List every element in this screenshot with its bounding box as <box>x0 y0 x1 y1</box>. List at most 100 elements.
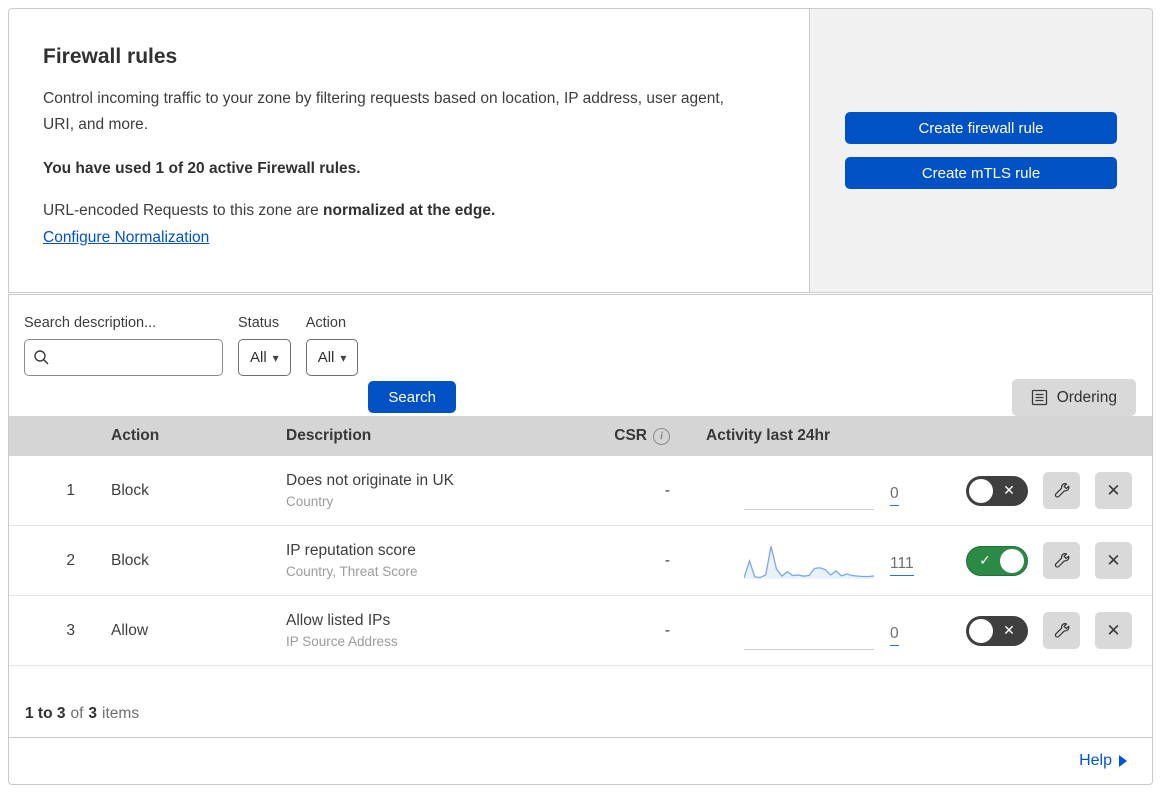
toggle-state-icon: ✕ <box>993 482 1025 499</box>
toggle-knob <box>969 479 993 503</box>
rule-description-cell: IP reputation score Country, Threat Scor… <box>255 542 580 579</box>
table-row: 2 Block IP reputation score Country, Thr… <box>9 526 1152 596</box>
column-header-csr: CSR i <box>580 427 670 445</box>
search-field-label: Search description... <box>24 315 223 331</box>
activity-count-cell: 111 <box>880 549 938 573</box>
ordering-button[interactable]: Ordering <box>1012 379 1136 416</box>
search-button[interactable]: Search <box>368 381 456 413</box>
ordering-button-label: Ordering <box>1057 389 1117 407</box>
normalization-text: URL-encoded Requests to this zone are <box>43 202 323 219</box>
status-dropdown[interactable]: All ▾ <box>238 339 291 376</box>
column-header-action: Action <box>75 427 255 445</box>
rule-fields: IP Source Address <box>286 634 580 649</box>
rule-description: Allow listed IPs <box>286 612 580 630</box>
normalization-bold: normalized at the edge. <box>323 202 495 219</box>
rule-enabled-toggle[interactable]: ✕ <box>966 476 1028 506</box>
column-header-activity: Activity last 24hr <box>670 427 938 445</box>
activity-count-link[interactable]: 0 <box>890 625 899 646</box>
close-icon: ✕ <box>1106 481 1120 501</box>
rule-fields: Country, Threat Score <box>286 564 580 579</box>
configure-normalization-link[interactable]: Configure Normalization <box>43 229 209 247</box>
search-box <box>24 339 223 376</box>
csr-header-label: CSR <box>614 427 647 445</box>
edit-rule-button[interactable] <box>1043 542 1080 579</box>
rule-priority: 1 <box>9 482 75 500</box>
activity-sparkline-cell <box>670 612 880 650</box>
activity-sparkline <box>744 542 874 580</box>
delete-rule-button[interactable]: ✕ <box>1095 542 1132 579</box>
column-header-description: Description <box>255 427 580 445</box>
rule-action: Block <box>75 482 255 500</box>
activity-count-cell: 0 <box>880 479 938 503</box>
pagination-of: of <box>70 705 83 723</box>
help-link[interactable]: Help <box>1079 752 1112 770</box>
search-icon <box>33 349 50 366</box>
activity-sparkline <box>744 472 874 510</box>
page-description: Control incoming traffic to your zone by… <box>43 86 755 138</box>
normalization-notice: URL-encoded Requests to this zone are no… <box>43 202 769 220</box>
search-field-group: Search description... <box>24 315 223 376</box>
wrench-icon <box>1053 622 1070 639</box>
action-dropdown-value: All <box>318 349 335 366</box>
action-dropdown[interactable]: All ▾ <box>306 339 359 376</box>
pagination-summary: 1 to 3 of 3 items <box>9 666 1152 738</box>
rule-fields: Country <box>286 494 580 509</box>
toggle-state-icon: ✓ <box>970 552 1000 569</box>
table-row: 1 Block Does not originate in UK Country… <box>9 456 1152 526</box>
usage-notice: You have used 1 of 20 active Firewall ru… <box>43 160 769 178</box>
rule-priority: 2 <box>9 552 75 570</box>
rule-priority: 3 <box>9 622 75 640</box>
rule-description-cell: Allow listed IPs IP Source Address <box>255 612 580 649</box>
info-icon[interactable]: i <box>653 428 670 445</box>
rule-description: IP reputation score <box>286 542 580 560</box>
rule-csr: - <box>580 622 670 640</box>
wrench-icon <box>1053 482 1070 499</box>
top-section: Firewall rules Control incoming traffic … <box>8 8 1153 293</box>
status-dropdown-value: All <box>250 349 267 366</box>
ordering-list-icon <box>1031 389 1048 406</box>
delete-rule-button[interactable]: ✕ <box>1095 612 1132 649</box>
activity-sparkline-cell <box>670 472 880 510</box>
page-title: Firewall rules <box>43 45 769 69</box>
toggle-state-icon: ✕ <box>993 622 1025 639</box>
rule-enabled-toggle[interactable]: ✓ <box>966 546 1028 576</box>
rules-list-card: Search description... Status All ▾ Actio… <box>8 294 1153 785</box>
help-bar: Help <box>9 738 1152 784</box>
delete-rule-button[interactable]: ✕ <box>1095 472 1132 509</box>
wrench-icon <box>1053 552 1070 569</box>
rule-csr: - <box>580 552 670 570</box>
close-icon: ✕ <box>1106 551 1120 571</box>
arrow-right-icon <box>1119 755 1127 767</box>
status-filter-group: Status All ▾ <box>238 315 291 376</box>
search-input[interactable] <box>56 349 214 366</box>
activity-count-cell: 0 <box>880 619 938 643</box>
activity-count-link[interactable]: 0 <box>890 485 899 506</box>
rule-csr: - <box>580 482 670 500</box>
toggle-knob <box>969 619 993 643</box>
chevron-down-icon: ▾ <box>273 352 279 364</box>
pagination-total: 3 <box>88 705 97 723</box>
action-filter-group: Action All ▾ <box>306 315 359 376</box>
create-firewall-rule-button[interactable]: Create firewall rule <box>845 112 1117 144</box>
chevron-down-icon: ▾ <box>340 352 346 364</box>
table-header: Action Description CSR i Activity last 2… <box>9 416 1152 456</box>
pagination-range: 1 to 3 <box>25 705 65 723</box>
edit-rule-button[interactable] <box>1043 612 1080 649</box>
rule-action: Block <box>75 552 255 570</box>
table-row: 3 Allow Allow listed IPs IP Source Addre… <box>9 596 1152 666</box>
filter-bar: Search description... Status All ▾ Actio… <box>9 295 1152 416</box>
edit-rule-button[interactable] <box>1043 472 1080 509</box>
activity-sparkline <box>744 612 874 650</box>
activity-count-link[interactable]: 111 <box>890 555 914 576</box>
rule-description: Does not originate in UK <box>286 472 580 490</box>
intro-card: Firewall rules Control incoming traffic … <box>8 8 810 293</box>
pagination-items: items <box>102 705 139 723</box>
rule-controls: ✓ ✕ <box>938 542 1152 579</box>
rule-controls: ✕ ✕ <box>938 612 1152 649</box>
create-rules-panel: Create firewall rule Create mTLS rule <box>810 8 1153 293</box>
close-icon: ✕ <box>1106 621 1120 641</box>
create-mtls-rule-button[interactable]: Create mTLS rule <box>845 157 1117 189</box>
toggle-knob <box>1000 549 1024 573</box>
rule-enabled-toggle[interactable]: ✕ <box>966 616 1028 646</box>
firewall-rules-page: Firewall rules Control incoming traffic … <box>0 0 1161 793</box>
